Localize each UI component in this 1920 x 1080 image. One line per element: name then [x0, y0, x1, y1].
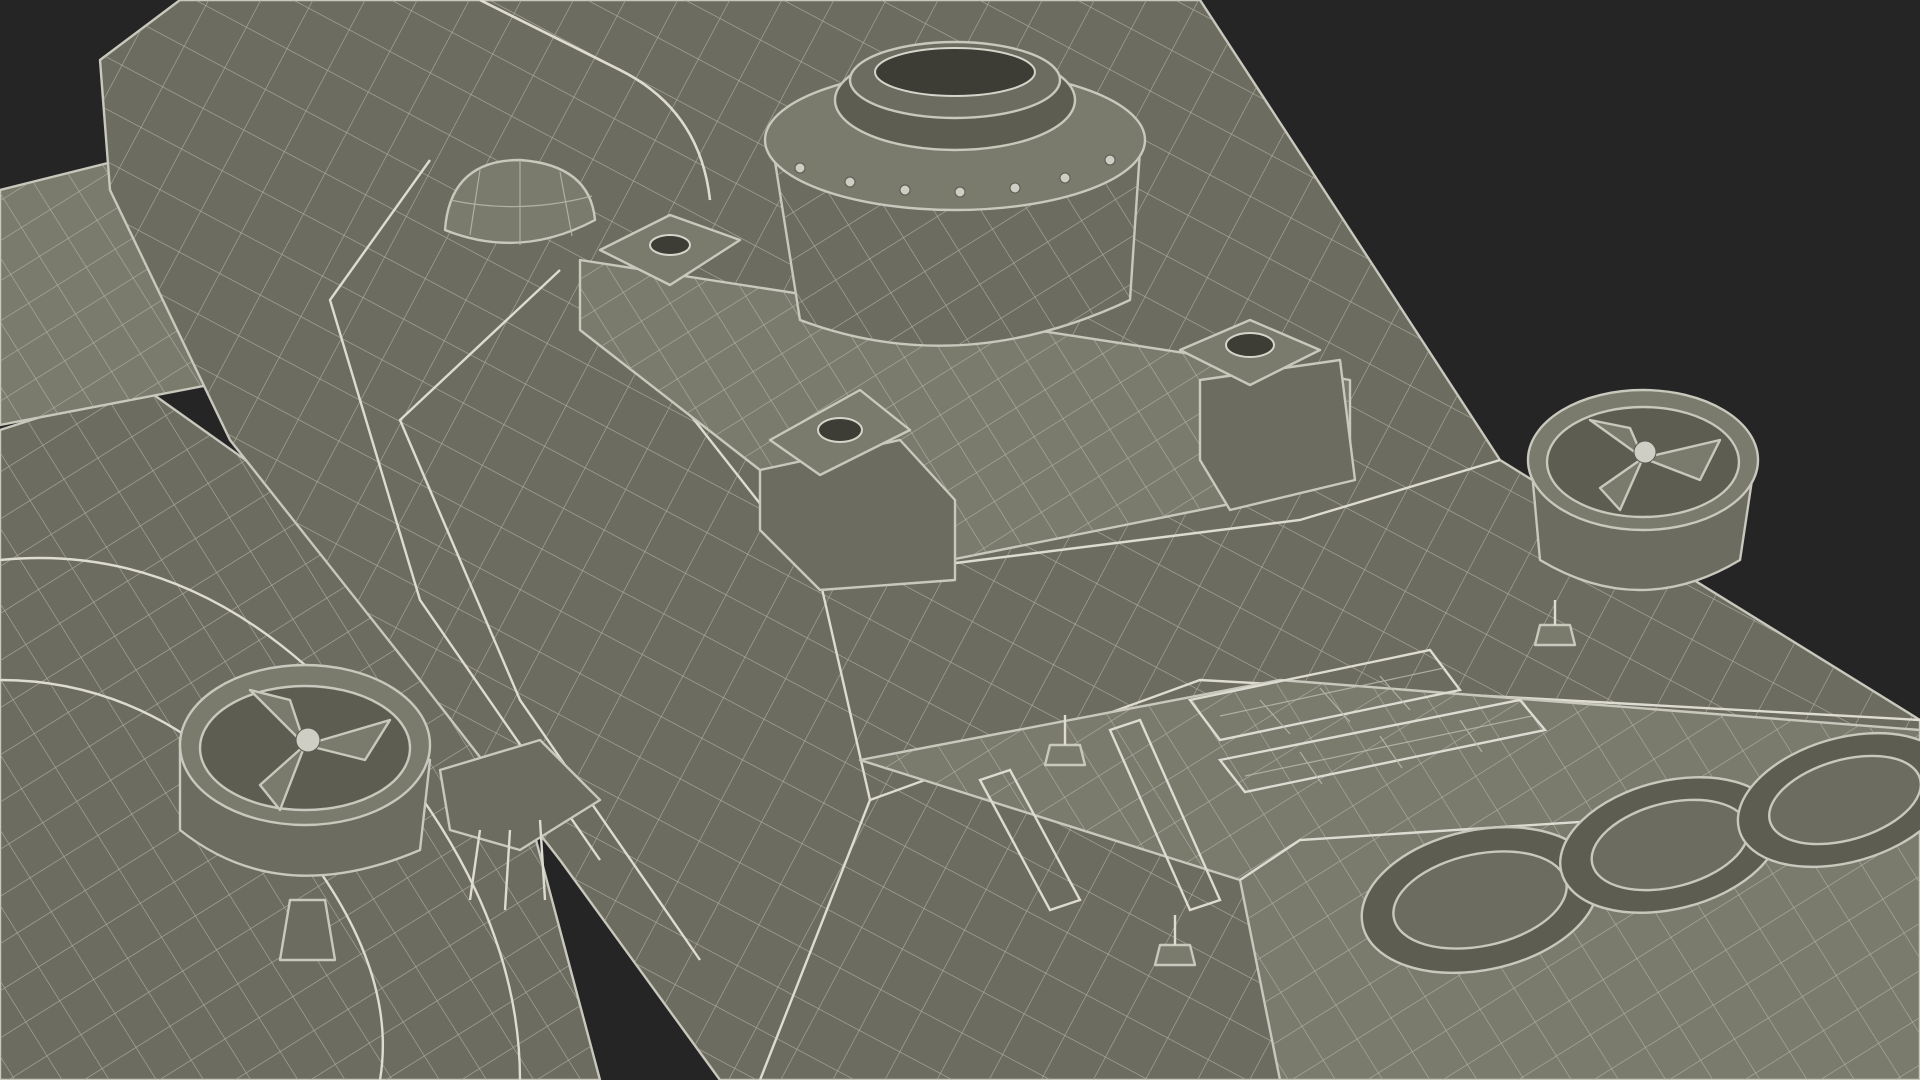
- wireframe-vehicle-render: [0, 0, 1920, 1080]
- ducted-fan-right: [1526, 388, 1760, 592]
